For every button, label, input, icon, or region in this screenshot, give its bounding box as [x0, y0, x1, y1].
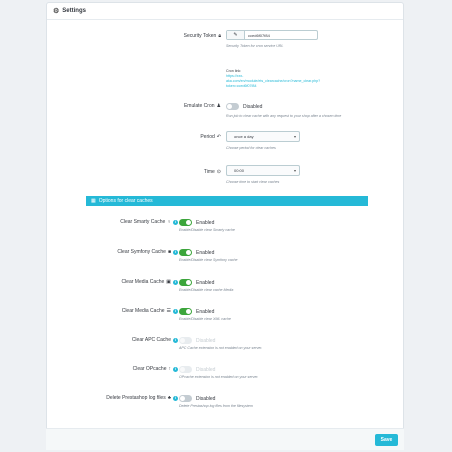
briefcase-icon: ■: [167, 249, 171, 255]
period-help: Choose period for clear caches: [226, 146, 276, 150]
time-label: Time ⊙: [203, 169, 221, 175]
option-label: Clear Symfony Cache ■ i: [117, 249, 178, 255]
bolt-icon: ↑: [168, 366, 172, 372]
chevron-down-icon: ▾: [293, 134, 296, 139]
option-toggle[interactable]: Enabled: [179, 219, 214, 226]
info-icon[interactable]: i: [173, 395, 178, 401]
option-toggle[interactable]: Disabled: [179, 395, 215, 402]
option-label: Clear Media Cache ▣ i: [121, 279, 178, 285]
info-icon[interactable]: i: [173, 337, 178, 343]
security-token-field[interactable]: ✎ cced6f07f84: [226, 30, 318, 40]
period-label: Period ↶: [200, 134, 221, 140]
option-toggle[interactable]: Enabled: [179, 279, 214, 286]
time-select[interactable]: 00:00 ▾: [226, 165, 300, 176]
image-icon: ▣: [166, 279, 171, 285]
gears-icon: ⚙: [53, 8, 60, 15]
cron-link-url-3[interactable]: token=cced6f07f84: [226, 84, 320, 89]
emulate-cron-label: Emulate Cron ♟: [183, 103, 221, 109]
option-help: APC Cache extension is not enabled on yo…: [179, 346, 263, 350]
list-icon: ☰: [166, 308, 171, 314]
cron-link-box: Cron link: https://xxx- aka.com/en/modul…: [226, 69, 320, 89]
panel-footer: Save: [46, 428, 404, 450]
option-help: Delete Prestashop log files from the fil…: [179, 404, 253, 408]
period-select[interactable]: once a day ▾: [226, 131, 300, 142]
option-toggle[interactable]: Enabled: [179, 308, 214, 315]
info-icon[interactable]: i: [173, 279, 178, 285]
option-toggle[interactable]: Disabled: [179, 366, 215, 373]
time-help: Choose time to start clear caches: [226, 180, 280, 184]
save-button[interactable]: Save: [375, 434, 398, 446]
options-section-header: ▦ Options for clear caches: [86, 196, 368, 206]
option-toggle[interactable]: Disabled: [179, 337, 215, 344]
table-icon: ▦: [91, 198, 96, 204]
lightbulb-icon: ♀: [167, 219, 171, 225]
info-icon[interactable]: i: [173, 308, 178, 314]
option-help: Enable/Disable clear Symfony cache: [179, 258, 238, 262]
option-toggle[interactable]: Enabled: [179, 249, 214, 256]
clock-icon: ⊙: [216, 169, 221, 175]
settings-panel: ⚙ Settings Security Token 🔒︎ ✎ cced6f07f…: [46, 2, 404, 450]
option-label: Clear Media Cache ☰ i: [122, 308, 178, 314]
chevron-down-icon: ▾: [293, 168, 296, 173]
option-label: Clear APC Cache i: [132, 337, 178, 343]
info-icon[interactable]: i: [173, 366, 178, 372]
panel-header: ⚙ Settings: [47, 3, 403, 20]
info-icon[interactable]: i: [173, 219, 178, 225]
undo-icon: ↶: [216, 134, 221, 140]
option-label: Delete Prestashop log files ♣ i: [106, 395, 178, 401]
security-token-help: Security Token for cron service URL: [226, 44, 284, 48]
user-icon: ♟: [216, 103, 221, 109]
security-token-value[interactable]: cced6f07f84: [245, 31, 317, 39]
emulate-cron-help: Run job to clear cache with any request …: [226, 114, 342, 118]
option-help: Enable/Disable clear XML cache: [179, 317, 231, 321]
key-icon: ✎: [227, 31, 245, 39]
option-label: Clear OPcache ↑ i: [133, 366, 178, 372]
option-help: Enable/Disable clear cache Media: [179, 288, 234, 292]
info-icon[interactable]: i: [173, 249, 178, 255]
panel-title: Settings: [62, 8, 86, 14]
security-token-label: Security Token 🔒︎: [183, 33, 221, 39]
option-help: OPcache extension is not enabled on your…: [179, 375, 259, 379]
emulate-cron-toggle[interactable]: Disabled: [226, 103, 262, 110]
option-help: Enable/Disable clear Smarty cache: [179, 228, 235, 232]
lock-icon: 🔒︎: [218, 33, 221, 39]
option-label: Clear Smarty Cache ♀ i: [120, 219, 178, 225]
trash-icon: ♣: [167, 395, 171, 401]
